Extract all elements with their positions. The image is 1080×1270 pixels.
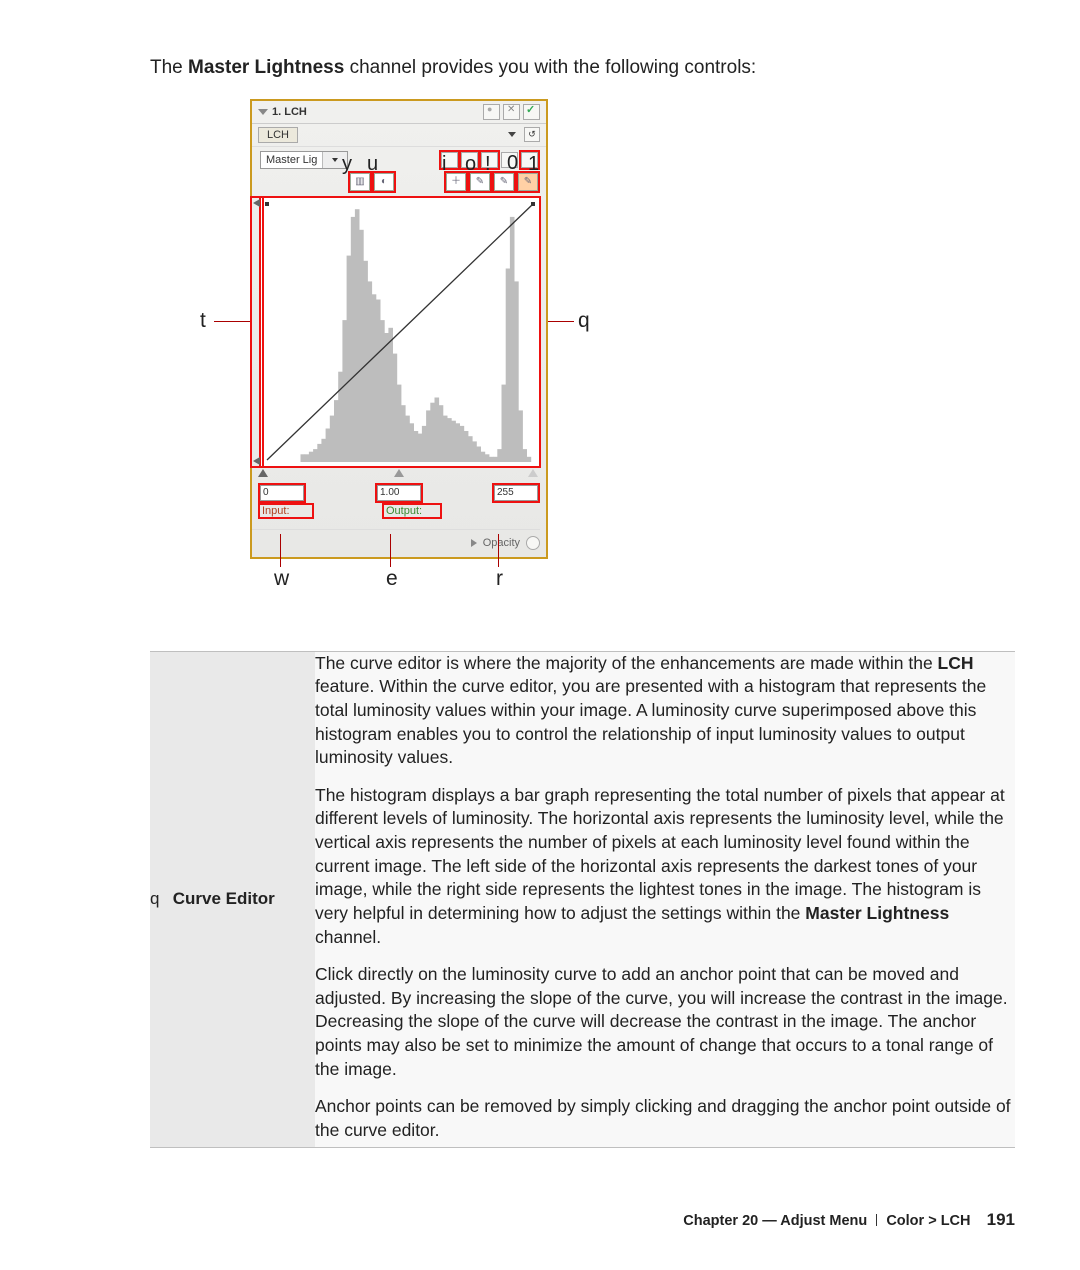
black-point-input[interactable]: 0	[260, 485, 304, 501]
white-point-input[interactable]: 255	[494, 485, 538, 501]
desc-p4: Anchor points can be removed by simply c…	[315, 1095, 1015, 1142]
description-table: q Curve Editor The curve editor is where…	[150, 649, 1015, 1150]
annotation-t: t	[200, 309, 206, 333]
desc-p3: Click directly on the luminosity curve t…	[315, 963, 1015, 1081]
panel-titlebar: 1. LCH	[252, 101, 546, 124]
expand-icon[interactable]	[471, 539, 477, 547]
annotation-1: 1	[528, 153, 539, 176]
close-icon[interactable]	[503, 104, 520, 120]
desc-p1: The curve editor is where the majority o…	[315, 652, 1015, 770]
input-slider-row[interactable]	[260, 469, 538, 483]
opacity-label: Opacity	[483, 537, 520, 549]
footer-chapter: Chapter 20 — Adjust Menu	[683, 1213, 867, 1229]
channel-combo-label: Master Lig	[261, 154, 322, 166]
method-dropdown-icon[interactable]	[508, 132, 516, 137]
annotation-o: o	[465, 153, 476, 176]
table-left-cell: q Curve Editor	[150, 651, 315, 1148]
annotation-r: r	[496, 567, 503, 591]
annotation-y: y	[342, 153, 352, 176]
output-label: Output:	[384, 505, 440, 517]
gamma-input[interactable]: 1.00	[377, 485, 421, 501]
annotation-e: e	[386, 567, 398, 591]
io-row: Input: Output:	[260, 505, 538, 517]
opacity-radio[interactable]	[526, 536, 540, 550]
lch-panel: 1. LCH LCH ↺ Master Lig	[250, 99, 548, 559]
point-icon[interactable]	[483, 104, 500, 120]
opacity-row[interactable]: Opacity	[252, 529, 540, 550]
curve-tool-row: ▥ ◐ ＋ ✎ ✎ ✎	[252, 171, 546, 197]
desc-p2: The histogram displays a bar graph repre…	[315, 784, 1015, 949]
footer-crumb: Color > LCH	[886, 1213, 970, 1229]
output-slider[interactable]	[252, 198, 262, 466]
white-slider[interactable]	[528, 469, 538, 477]
annotation-0: 0	[507, 152, 518, 175]
lch-method-button[interactable]: LCH	[258, 127, 298, 143]
method-row: LCH ↺	[252, 124, 546, 147]
ref-letter: q	[150, 888, 168, 911]
collapse-icon[interactable]	[258, 109, 268, 115]
annotation-q: q	[578, 309, 590, 333]
gamma-slider[interactable]	[394, 469, 404, 477]
intro-paragraph: The Master Lightness channel provides yo…	[150, 55, 1015, 81]
value-row: 0 1.00 255	[260, 485, 538, 501]
curve-editor[interactable]	[260, 197, 540, 467]
channel-combo[interactable]: Master Lig	[260, 151, 348, 169]
ref-name: Curve Editor	[173, 889, 275, 908]
enable-checkbox[interactable]	[523, 104, 540, 120]
annotation-bang: !	[485, 153, 491, 176]
annotation-u: u	[367, 153, 378, 176]
gray-dropper-icon[interactable]: ✎	[494, 173, 514, 191]
table-right-cell: The curve editor is where the majority o…	[315, 651, 1015, 1148]
reset-icon[interactable]: ↺	[524, 127, 540, 142]
panel-title: 1. LCH	[272, 106, 307, 118]
intro-post: channel provides you with the following …	[344, 57, 756, 78]
footer-page-number: 191	[987, 1210, 1015, 1229]
page-footer: Chapter 20 — Adjust Menu Color > LCH 191	[683, 1210, 1015, 1230]
annotation-i: i	[442, 153, 446, 176]
channel-row: Master Lig	[252, 147, 546, 171]
input-label: Input:	[260, 505, 312, 517]
annotation-w: w	[274, 567, 289, 591]
black-slider[interactable]	[258, 469, 268, 477]
add-point-icon[interactable]: ＋	[446, 173, 466, 191]
intro-pre: The	[150, 57, 188, 78]
intro-bold: Master Lightness	[188, 57, 344, 78]
